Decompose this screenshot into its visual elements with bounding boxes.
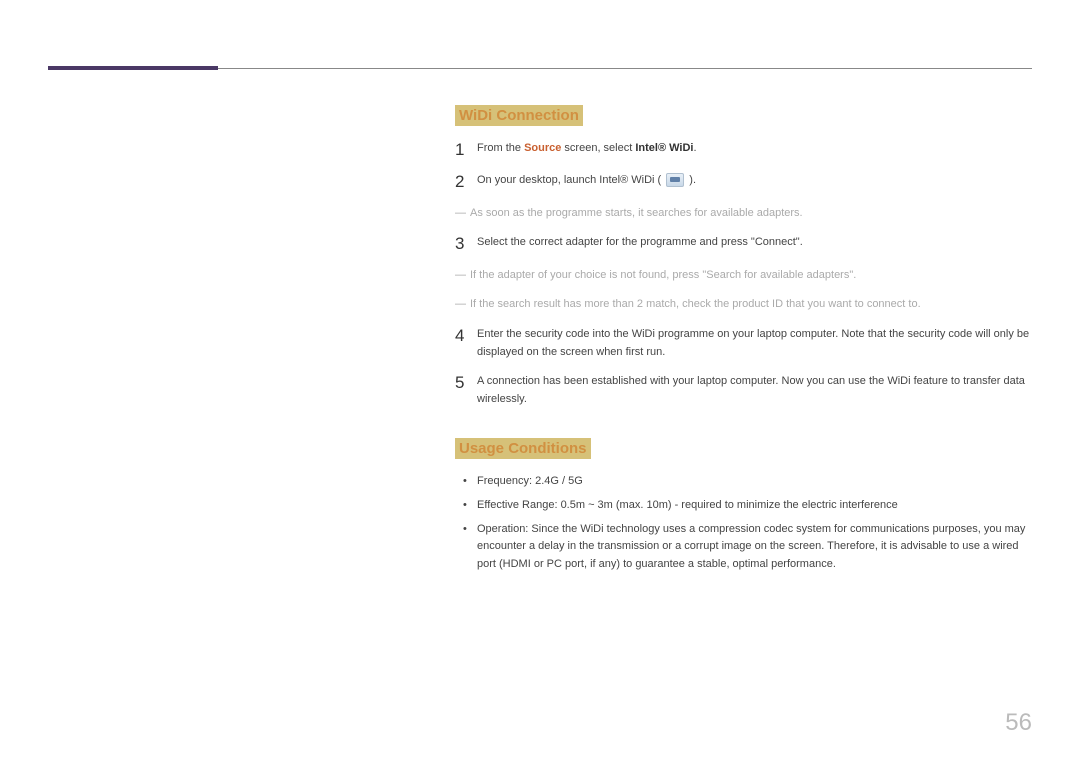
text-fragment: . xyxy=(693,142,696,154)
text-fragment: ). xyxy=(686,174,696,186)
page-number: 56 xyxy=(1005,709,1032,737)
step-number: 1 xyxy=(455,140,477,160)
text-fragment: On your desktop, launch Intel® WiDi ( xyxy=(477,174,664,186)
header-accent xyxy=(48,66,218,70)
step-text: Select the correct adapter for the progr… xyxy=(477,234,1032,252)
step-4: 4 Enter the security code into the WiDi … xyxy=(455,326,1032,361)
section-usage: Usage Conditions Frequency: 2.4G / 5G Ef… xyxy=(455,438,1032,573)
step-number: 4 xyxy=(455,326,477,346)
heading-widi-connection: WiDi Connection xyxy=(455,105,583,126)
highlight-source: Source xyxy=(524,142,561,154)
list-item: Effective Range: 0.5m ~ 3m (max. 10m) - … xyxy=(477,497,1032,515)
list-item: Frequency: 2.4G / 5G xyxy=(477,473,1032,491)
step-text: On your desktop, launch Intel® WiDi ( ). xyxy=(477,172,1032,190)
step-text: Enter the security code into the WiDi pr… xyxy=(477,326,1032,361)
step-number: 3 xyxy=(455,234,477,254)
bold-intel-widi: Intel® WiDi xyxy=(635,142,693,154)
step-number: 2 xyxy=(455,172,477,192)
step-text: From the Source screen, select Intel® Wi… xyxy=(477,140,1032,158)
text-fragment: From the xyxy=(477,142,524,154)
heading-usage-conditions: Usage Conditions xyxy=(455,438,591,459)
usage-list: Frequency: 2.4G / 5G Effective Range: 0.… xyxy=(455,473,1032,573)
step-1: 1 From the Source screen, select Intel® … xyxy=(455,140,1032,160)
list-item: Operation: Since the WiDi technology use… xyxy=(477,521,1032,574)
step-2: 2 On your desktop, launch Intel® WiDi ( … xyxy=(455,172,1032,192)
text-fragment: screen, select xyxy=(561,142,635,154)
note-content: As soon as the programme starts, it sear… xyxy=(470,207,803,219)
note-text: As soon as the programme starts, it sear… xyxy=(455,205,1032,223)
note-text: If the adapter of your choice is not fou… xyxy=(455,267,1032,285)
main-content: WiDi Connection 1 From the Source screen… xyxy=(455,105,1032,579)
note-content: If the search result has more than 2 mat… xyxy=(470,298,921,310)
step-text: A connection has been established with y… xyxy=(477,373,1032,408)
widi-app-icon xyxy=(666,173,684,187)
note-content: If the adapter of your choice is not fou… xyxy=(470,269,856,281)
step-3: 3 Select the correct adapter for the pro… xyxy=(455,234,1032,254)
step-5: 5 A connection has been established with… xyxy=(455,373,1032,408)
step-number: 5 xyxy=(455,373,477,393)
note-text: If the search result has more than 2 mat… xyxy=(455,296,1032,314)
